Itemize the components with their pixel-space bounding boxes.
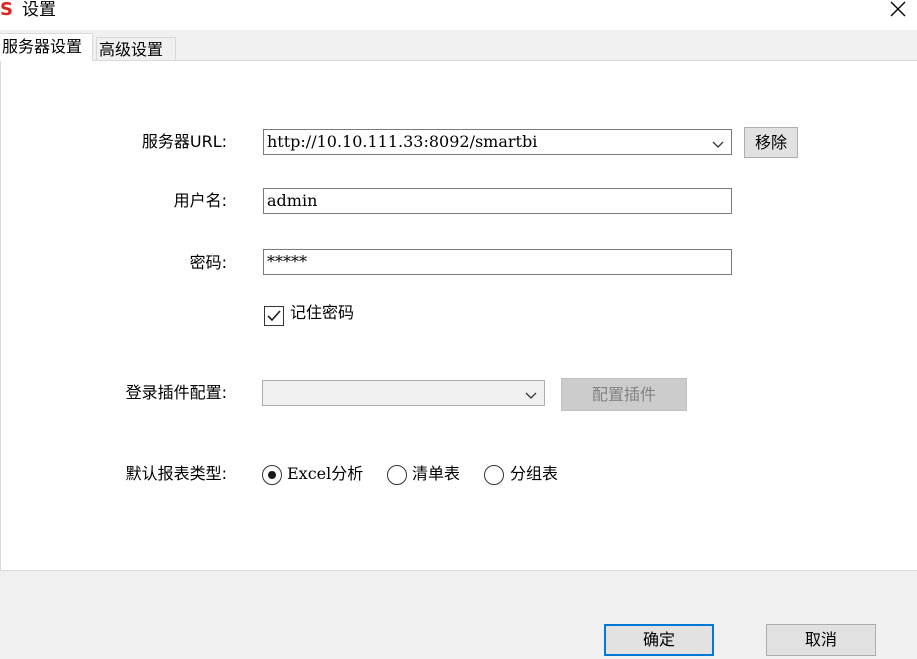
plugin-config-combobox[interactable]: [262, 380, 545, 406]
title-bar: S 设置: [0, 0, 917, 30]
window-title: 设置: [22, 0, 56, 20]
configure-plugin-button[interactable]: 配置插件: [561, 378, 687, 411]
radio-group-report-label: 分组表: [510, 464, 559, 483]
server-url-label: 服务器URL:: [141, 132, 227, 151]
radio-selected-dot: [268, 471, 276, 479]
remember-password-checkbox[interactable]: [264, 306, 284, 326]
tab-server-settings[interactable]: 服务器设置: [0, 33, 93, 61]
app-logo-icon: S: [0, 0, 13, 20]
plugin-config-label: 登录插件配置:: [125, 383, 227, 402]
remember-password-label: 记住密码: [290, 303, 355, 322]
server-url-value: http://10.10.111.33:8092/smartbi: [267, 132, 538, 151]
tab-advanced-settings[interactable]: 高级设置: [96, 37, 176, 61]
password-label: 密码:: [189, 253, 227, 272]
ok-button[interactable]: 确定: [604, 624, 714, 656]
report-type-label: 默认报表类型:: [125, 464, 227, 483]
server-url-combobox[interactable]: http://10.10.111.33:8092/smartbi: [263, 129, 732, 155]
tab-strip: 服务器设置 高级设置: [0, 33, 917, 61]
remove-button[interactable]: 移除: [744, 127, 798, 158]
password-field[interactable]: *****: [263, 249, 732, 275]
username-label: 用户名:: [173, 191, 227, 210]
checkmark-icon: [267, 310, 281, 322]
radio-excel-analysis-label: Excel分析: [287, 464, 364, 483]
chevron-down-icon[interactable]: [711, 135, 725, 149]
cancel-button[interactable]: 取消: [766, 624, 876, 656]
close-icon[interactable]: [887, 0, 909, 20]
radio-list-report[interactable]: [387, 465, 407, 485]
radio-list-report-label: 清单表: [412, 464, 461, 483]
chevron-down-icon[interactable]: [524, 386, 538, 400]
username-field[interactable]: admin: [263, 188, 732, 214]
radio-group-report[interactable]: [484, 465, 504, 485]
radio-excel-analysis[interactable]: [262, 465, 282, 485]
